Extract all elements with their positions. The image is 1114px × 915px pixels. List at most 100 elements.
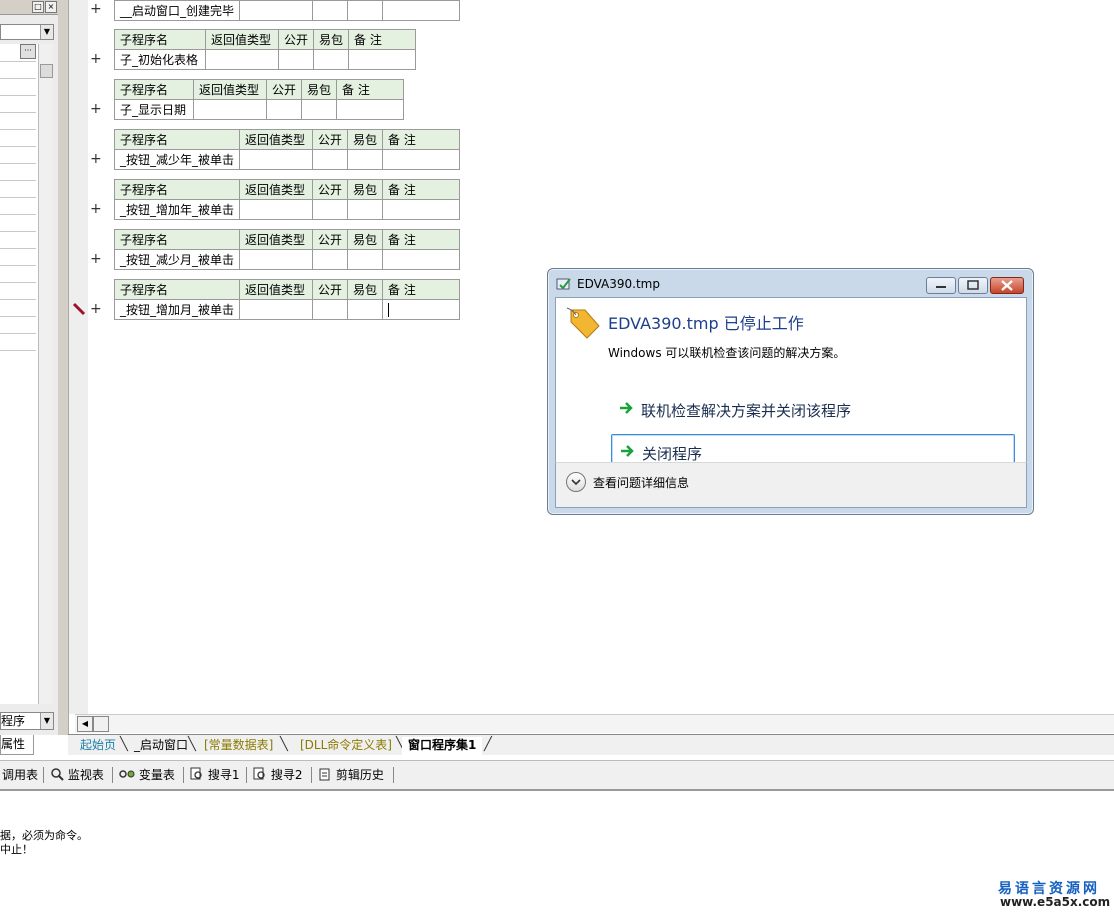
note-cell[interactable] [382,199,461,220]
ellipsis-button[interactable]: ··· [20,44,36,59]
maximize-button[interactable] [958,277,988,294]
property-row[interactable] [0,231,36,232]
scroll-left-icon[interactable]: ◀ [77,716,93,732]
easy-package-cell[interactable] [301,99,338,120]
note-cell[interactable] [382,149,461,170]
easy-package-cell[interactable] [313,49,350,70]
property-row[interactable] [0,163,36,164]
property-row[interactable] [0,95,36,96]
public-cell[interactable] [265,99,303,120]
panel-close-button[interactable]: × [45,1,57,13]
property-row[interactable] [0,248,36,249]
output-panel[interactable]: 据，必须为命令。 中止！ [0,791,1114,915]
procedure-name[interactable]: _按钮_增加年_被单击 [113,199,241,220]
public-cell[interactable] [312,199,349,220]
note-cell-active[interactable] [382,299,461,320]
panel-restore-button[interactable]: □ [32,1,44,13]
scrollbar-thumb[interactable] [93,716,109,732]
variable-table-button[interactable]: 变量表 [119,766,175,784]
return-type-cell[interactable] [193,99,267,120]
procedure-table[interactable]: 子程序名 返回值类型 公开 易包 备 注 _按钮_增加月_被单击 [113,279,461,320]
property-row[interactable] [0,333,36,334]
procedure-name[interactable]: _按钮_减少年_被单击 [113,149,241,170]
property-list[interactable] [0,44,38,704]
tab-start-page[interactable]: 起始页 [74,737,122,754]
watch-table-button[interactable]: 监视表 [50,766,104,784]
expand-icon[interactable]: + [90,251,102,267]
public-cell[interactable] [277,49,315,70]
return-type-cell[interactable] [239,249,314,270]
minimize-button[interactable] [926,277,956,294]
chevron-down-icon[interactable]: ▼ [40,25,53,39]
return-type-cell[interactable] [239,149,314,170]
public-cell[interactable] [312,0,349,21]
details-label[interactable]: 查看问题详细信息 [593,474,689,491]
expand-icon[interactable]: + [90,151,102,167]
close-button[interactable] [990,277,1024,294]
note-cell[interactable] [382,249,461,270]
clip-history-button[interactable]: 剪辑历史 [318,766,384,784]
chevron-down-icon[interactable]: ▼ [40,713,53,729]
search2-button[interactable]: 搜寻2 [253,766,302,784]
expand-icon[interactable]: + [90,51,102,67]
procedure-table[interactable]: 子程序名 返回值类型 公开 易包 备 注 _按钮_增加年_被单击 [113,179,461,220]
easy-package-cell[interactable] [347,199,384,220]
property-row[interactable] [0,112,36,113]
tab-startup-window[interactable]: _启动窗口 [128,737,194,754]
note-cell[interactable] [348,49,417,70]
easy-package-cell[interactable] [347,149,384,170]
check-solution-option[interactable]: 联机检查解决方案并关闭该程序 [611,392,1013,426]
tab-dll-commands[interactable]: [DLL命令定义表] [294,737,398,754]
procedure-name[interactable]: 子_显示日期 [114,99,194,120]
property-row[interactable] [0,350,36,351]
property-scrollbar[interactable] [38,44,53,704]
program-selector[interactable]: 程序 ▼ [0,712,54,730]
call-table-button[interactable]: 调用表 [2,766,38,784]
procedure-name[interactable]: _按钮_减少月_被单击 [113,249,241,270]
note-cell[interactable] [336,99,405,120]
property-row[interactable] [0,197,36,198]
property-row[interactable] [0,129,36,130]
expand-icon[interactable]: + [90,1,102,17]
public-cell[interactable] [312,149,349,170]
property-row[interactable] [0,282,36,283]
return-type-cell[interactable] [205,49,279,70]
easy-package-cell[interactable] [347,299,384,320]
return-type-cell[interactable] [239,299,314,320]
property-row[interactable] [0,299,36,300]
procedure-table[interactable]: 子程序名 返回值类型 公开 易包 备 注 _按钮_减少月_被单击 [113,229,461,270]
search1-button[interactable]: 搜寻1 [190,766,239,784]
return-type-cell[interactable] [239,199,314,220]
expand-icon[interactable]: + [90,101,102,117]
procedure-table[interactable]: 子程序名 返回值类型 公开 易包 备 注 子_初始化表格 [114,29,417,70]
procedure-name[interactable]: _按钮_增加月_被单击 [113,299,241,320]
horizontal-scrollbar[interactable]: ◀ [75,714,1114,733]
public-cell[interactable] [312,299,349,320]
tab-constant-table[interactable]: [常量数据表] [198,737,279,754]
property-row[interactable] [0,316,36,317]
procedure-table[interactable]: 子程序名 返回值类型 公开 易包 备 注 子_显示日期 [114,79,405,120]
object-selector[interactable]: ▼ [0,24,54,40]
expand-icon[interactable]: + [90,301,102,317]
property-row[interactable] [0,180,36,181]
property-row[interactable] [0,61,36,62]
property-row[interactable] [0,214,36,215]
property-row[interactable] [0,265,36,266]
easy-package-cell[interactable] [347,0,384,21]
return-type-cell[interactable] [239,0,314,21]
procedure-name[interactable]: __启动窗口_创建完毕 [113,0,241,21]
tab-properties[interactable]: 属性 [0,735,34,755]
panel-splitter[interactable] [58,0,69,735]
property-row[interactable] [0,146,36,147]
tab-window-assembly[interactable]: 窗口程序集1 [402,737,483,755]
property-row[interactable] [0,78,36,79]
scrollbar-thumb[interactable] [40,64,53,78]
public-cell[interactable] [312,249,349,270]
expand-icon[interactable]: + [90,201,102,217]
procedure-table[interactable]: __启动窗口_创建完毕 [113,0,461,21]
expand-details-button[interactable] [566,472,586,492]
procedure-name[interactable]: 子_初始化表格 [114,49,206,70]
easy-package-cell[interactable] [347,249,384,270]
note-cell[interactable] [382,0,461,21]
procedure-table[interactable]: 子程序名 返回值类型 公开 易包 备 注 _按钮_减少年_被单击 [113,129,461,170]
